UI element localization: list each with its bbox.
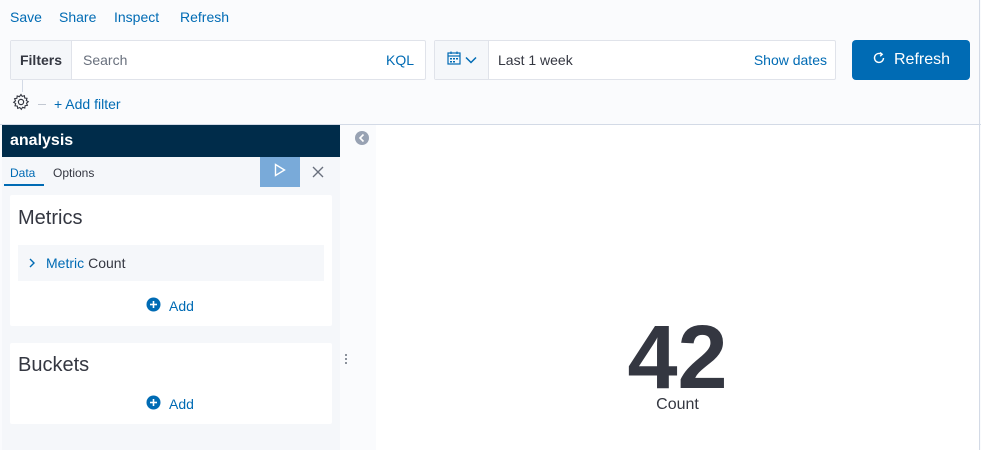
calendar-icon	[446, 51, 461, 70]
editor-sidebar: analysis Data Options Metrics Metric Cou…	[2, 125, 340, 450]
search-input[interactable]	[72, 41, 386, 79]
chevron-right-icon[interactable]	[28, 258, 36, 268]
refresh-icon	[872, 51, 886, 70]
show-dates-link[interactable]: Show dates	[754, 52, 835, 68]
apply-changes-button[interactable]	[260, 157, 300, 187]
add-bucket-button[interactable]: Add	[146, 395, 194, 413]
query-bar: Filters KQL	[10, 40, 426, 80]
date-range-label[interactable]: Last 1 week	[489, 52, 754, 68]
sidebar-title: analysis	[2, 125, 340, 157]
filter-divider	[38, 103, 46, 105]
close-icon[interactable]	[311, 165, 325, 179]
metrics-title: Metrics	[18, 207, 83, 229]
refresh-button[interactable]: Refresh	[852, 40, 970, 80]
plus-circle-icon	[146, 297, 161, 315]
filter-bar: + Add filter	[12, 93, 121, 116]
date-picker: Last 1 week Show dates	[434, 40, 836, 80]
add-metric-button[interactable]: Add	[146, 297, 194, 315]
visualization-canvas: 42 Count	[376, 125, 979, 450]
plus-circle-icon	[146, 395, 161, 413]
inspect-link[interactable]: Inspect	[114, 9, 159, 25]
metric-item-type[interactable]: Metric	[46, 255, 84, 271]
add-bucket-label: Add	[169, 396, 194, 412]
metric-label: Count	[656, 396, 699, 413]
kql-toggle[interactable]: KQL	[386, 52, 425, 68]
metrics-panel: Metrics Metric Count Add	[10, 195, 332, 326]
metric-value: 42	[627, 308, 728, 408]
share-link[interactable]: Share	[59, 9, 96, 25]
play-icon	[274, 162, 286, 182]
sidebar-tabs: Data Options	[2, 157, 340, 187]
sidebar-collapse-area	[340, 125, 376, 450]
tab-options[interactable]: Options	[53, 166, 94, 180]
buckets-title: Buckets	[18, 354, 90, 376]
filter-connector	[22, 80, 23, 92]
add-metric-label: Add	[169, 298, 194, 314]
quick-select-button[interactable]	[435, 41, 489, 79]
metric-item[interactable]: Metric Count	[18, 245, 324, 281]
collapse-sidebar-icon[interactable]	[355, 131, 369, 150]
filters-button[interactable]: Filters	[11, 41, 72, 79]
chevron-down-icon	[464, 51, 477, 69]
gear-icon[interactable]	[12, 93, 30, 116]
buckets-panel: Buckets Add	[10, 343, 332, 424]
right-border	[979, 0, 980, 450]
top-nav-menu: Save Share Inspect Refresh	[0, 0, 981, 34]
refresh-link[interactable]: Refresh	[180, 9, 229, 25]
add-filter-link[interactable]: + Add filter	[54, 96, 121, 112]
resize-handle[interactable]	[344, 354, 348, 364]
save-link[interactable]: Save	[10, 9, 42, 25]
metric-item-label: Count	[88, 255, 126, 271]
refresh-button-label: Refresh	[893, 51, 951, 68]
active-tab-indicator	[4, 184, 44, 186]
tab-data[interactable]: Data	[10, 166, 35, 180]
